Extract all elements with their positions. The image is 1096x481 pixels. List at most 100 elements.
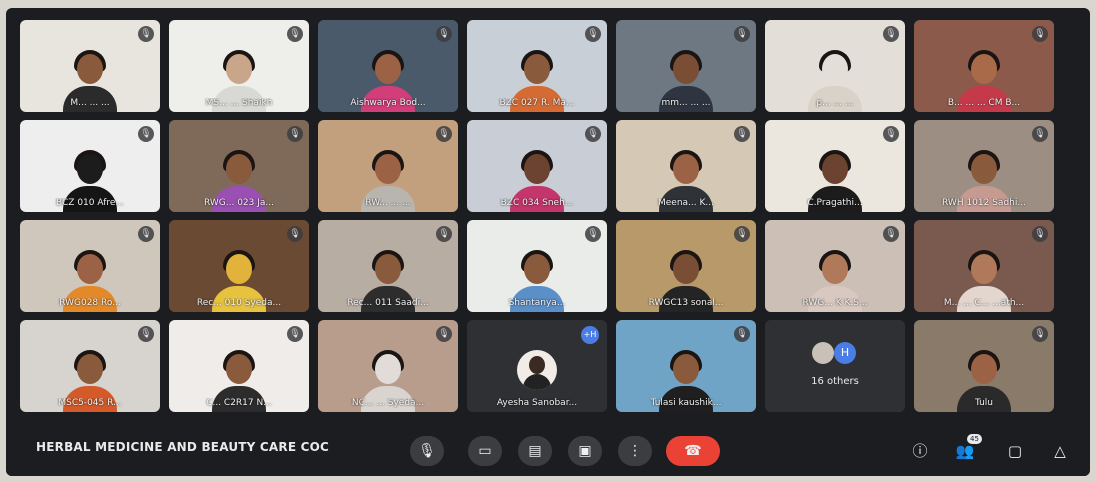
figure-head	[971, 254, 997, 284]
figure-head	[77, 154, 103, 184]
others-avatars: H	[812, 342, 858, 364]
end-call-icon: ☎	[684, 443, 702, 459]
participant-tile[interactable]: 🎙 MS... ... Shaikh	[169, 20, 309, 112]
participant-tile[interactable]: 🎙 M... ... ...	[20, 20, 160, 112]
participant-name: C... C2R17 N...	[206, 398, 272, 408]
others-avatar-letter: H	[834, 342, 856, 364]
participant-tile[interactable]: 🎙 Meena... K...	[616, 120, 756, 212]
present-button[interactable]: ▣	[568, 436, 602, 466]
figure-head	[375, 54, 401, 84]
participant-tile[interactable]: 🎙 NC... ... Syeda...	[318, 320, 458, 412]
participant-tile[interactable]: 🎙 BZC 034 Sneh...	[467, 120, 607, 212]
muted-mic-icon: 🎙	[585, 126, 601, 142]
participant-tile[interactable]: 🎙 BCZ 010 Afre...	[20, 120, 160, 212]
participant-grid: 🎙 M... ... ... 🎙 MS... ... Shaikh 🎙 Aishwarya…	[20, 20, 1080, 420]
figure-head	[673, 54, 699, 84]
participant-tile[interactable]: 🎙 C.Pragathi...	[765, 120, 905, 212]
participant-name: NC... ... Syeda...	[351, 398, 425, 408]
participant-tile[interactable]: 🎙 Aishwarya Bod...	[318, 20, 458, 112]
participant-name: Rec... 010 Syeda...	[196, 298, 282, 308]
activities-icon: △	[1054, 442, 1066, 460]
muted-mic-icon: 🎙	[436, 126, 452, 142]
others-count-label: 16 others	[811, 376, 859, 387]
participant-tile[interactable]: 🎙 C... C2R17 N...	[169, 320, 309, 412]
control-bar: HERBAL MEDICINE AND BEAUTY CARE COC 🎙 ▭ …	[6, 426, 1090, 476]
participant-name: MS... ... Shaikh	[205, 98, 273, 108]
figure-head	[226, 154, 252, 184]
muted-mic-icon: 🎙	[585, 26, 601, 42]
participant-name: BZC 027 R. Ma...	[499, 98, 575, 108]
participant-name: RWG028 Ro...	[59, 298, 121, 308]
participant-name: Shantanya...	[508, 298, 566, 308]
participant-tile[interactable]: 🎙 RWG... K K.S...	[765, 220, 905, 312]
mic-icon: 🎙	[418, 443, 436, 459]
figure-head	[822, 54, 848, 84]
participant-tile[interactable]: 🎙 RW... ... ...	[318, 120, 458, 212]
more-options-button[interactable]: ⋮	[618, 436, 652, 466]
participant-tile[interactable]: 🎙 RWG028 Ro...	[20, 220, 160, 312]
activities-button[interactable]: △	[1046, 436, 1074, 466]
chat-button[interactable]: ▢	[1001, 436, 1029, 466]
muted-mic-icon: 🎙	[287, 26, 303, 42]
figure-head	[524, 154, 550, 184]
figure-head	[673, 354, 699, 384]
participant-name: M... ... ...	[70, 98, 110, 108]
participant-name: Aishwarya Bod...	[350, 98, 426, 108]
figure-head	[226, 354, 252, 384]
figure-head	[375, 254, 401, 284]
mic-button[interactable]: 🎙	[410, 436, 444, 466]
muted-mic-icon: 🎙	[138, 326, 154, 342]
participant-tile[interactable]: 🎙 Rec... 011 Saadi...	[318, 220, 458, 312]
people-icon: 👥	[955, 442, 975, 460]
participant-tile[interactable]: 🎙 M... ... C... ...ath...	[914, 220, 1054, 312]
meet-window: 🎙 M... ... ... 🎙 MS... ... Shaikh 🎙 Aishwarya…	[6, 8, 1090, 476]
participant-tile[interactable]: +H Ayesha Sanobar...	[467, 320, 607, 412]
captions-button[interactable]: ▤	[518, 436, 552, 466]
muted-mic-icon: 🎙	[883, 26, 899, 42]
participant-tile[interactable]: 🎙 RWH 1012 Sadhi...	[914, 120, 1054, 212]
participant-name: M... ... C... ...ath...	[943, 298, 1025, 308]
muted-mic-icon: 🎙	[1032, 126, 1048, 142]
participant-tile[interactable]: 🎙 RWGC13 sonal...	[616, 220, 756, 312]
participant-name: RWGC13 sonal...	[648, 298, 724, 308]
participant-name: C.Pragathi...	[807, 198, 863, 208]
people-count-badge: 45	[967, 434, 982, 444]
figure-head	[673, 154, 699, 184]
muted-mic-icon: 🎙	[436, 326, 452, 342]
chat-icon: ▢	[1007, 442, 1023, 460]
participant-name: RWG... 023 Ja...	[204, 198, 274, 208]
end-call-button[interactable]: ☎	[666, 436, 720, 466]
participant-tile[interactable]: 🎙 p... ... ...	[765, 20, 905, 112]
participant-name: BCZ 010 Afre...	[56, 198, 124, 208]
participant-name: mm... ... ...	[661, 98, 711, 108]
people-button[interactable]: 👥 45	[951, 434, 982, 466]
muted-mic-icon: 🎙	[287, 126, 303, 142]
figure-head	[226, 254, 252, 284]
participant-tile[interactable]: 🎙 BZC 027 R. Ma...	[467, 20, 607, 112]
participant-name: Ayesha Sanobar...	[496, 398, 578, 408]
meeting-details-button[interactable]: ⓘ	[906, 436, 934, 466]
muted-mic-icon: 🎙	[734, 26, 750, 42]
participant-tile[interactable]: 🎙 Tulu	[914, 320, 1054, 412]
participant-tile[interactable]: 🎙 B... ... ... CM B...	[914, 20, 1054, 112]
participant-name: Meena... K...	[658, 198, 714, 208]
participant-tile[interactable]: 🎙 Tulasi kaushik...	[616, 320, 756, 412]
participant-tile[interactable]: H 16 others	[765, 320, 905, 412]
participant-tile[interactable]: 🎙 Shantanya...	[467, 220, 607, 312]
participant-tile[interactable]: 🎙 MSC5-045 R...	[20, 320, 160, 412]
muted-mic-icon: 🎙	[287, 326, 303, 342]
muted-mic-icon: 🎙	[883, 226, 899, 242]
figure-head	[375, 354, 401, 384]
figure-head	[524, 54, 550, 84]
figure-head	[77, 54, 103, 84]
participant-name: RWG... K K.S...	[802, 298, 868, 308]
participant-tile[interactable]: 🎙 mm... ... ...	[616, 20, 756, 112]
figure-head	[822, 154, 848, 184]
participant-name: MSC5-045 R...	[58, 398, 122, 408]
camera-button[interactable]: ▭	[468, 436, 502, 466]
participant-tile[interactable]: 🎙 Rec... 010 Syeda...	[169, 220, 309, 312]
muted-mic-icon: 🎙	[883, 126, 899, 142]
muted-mic-icon: 🎙	[1032, 26, 1048, 42]
participant-name: p... ... ...	[816, 98, 854, 108]
participant-tile[interactable]: 🎙 RWG... 023 Ja...	[169, 120, 309, 212]
